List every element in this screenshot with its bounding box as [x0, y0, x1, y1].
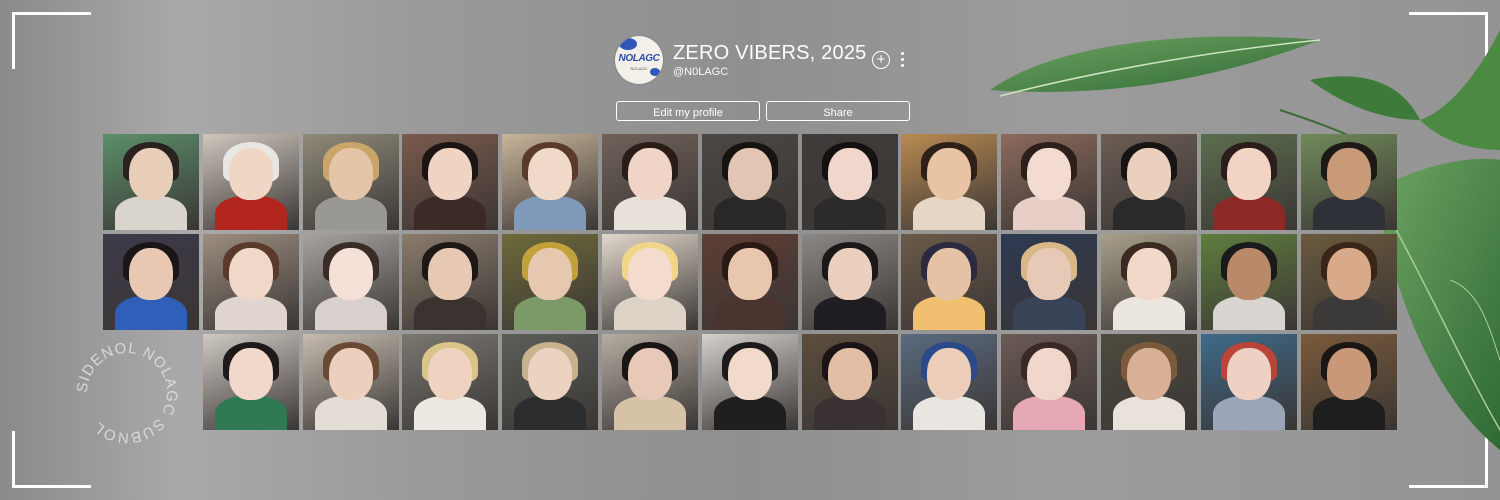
avatar-logo-text: NOLAGC [618, 53, 660, 64]
photo-tile[interactable] [1001, 334, 1097, 430]
photo-tile[interactable] [1101, 134, 1197, 230]
photo-tile[interactable] [502, 234, 598, 330]
photo-tile[interactable] [901, 134, 997, 230]
photo-tile[interactable] [103, 234, 199, 330]
photo-tile[interactable] [303, 134, 399, 230]
photo-tile[interactable] [901, 334, 997, 430]
profile-header: NOLAGC NOLAGC ZERO VIBERS, 2025 @N0LAGC [615, 36, 866, 84]
profile-title: ZERO VIBERS, 2025 [673, 41, 867, 64]
photo-tile[interactable] [602, 334, 698, 430]
svg-text:SIDENOL NOLAGC SUBNOL: SIDENOL NOLAGC SUBNOL [74, 340, 181, 447]
photo-tile[interactable] [602, 134, 698, 230]
photo-tile[interactable] [303, 334, 399, 430]
profile-avatar[interactable]: NOLAGC NOLAGC [615, 36, 663, 84]
photo-tile[interactable] [402, 234, 498, 330]
edit-profile-button[interactable]: Edit my profile [616, 101, 760, 121]
frame-corner-top-left [12, 12, 91, 69]
photo-tile[interactable] [203, 134, 299, 230]
circle-text-path: SIDENOL NOLAGC SUBNOL [74, 340, 180, 447]
photo-tile[interactable] [702, 134, 798, 230]
photo-tile[interactable] [203, 234, 299, 330]
photo-tile[interactable] [502, 334, 598, 430]
photo-grid [103, 134, 1397, 430]
photo-tile[interactable] [1301, 334, 1397, 430]
photo-tile[interactable] [1201, 334, 1297, 430]
photo-tile[interactable] [103, 134, 199, 230]
share-button[interactable]: Share [766, 101, 910, 121]
photo-tile[interactable] [203, 334, 299, 430]
photo-tile[interactable] [702, 334, 798, 430]
photo-tile[interactable] [802, 134, 898, 230]
photo-tile[interactable] [1101, 234, 1197, 330]
photo-tile[interactable] [402, 334, 498, 430]
circular-text-stamp: SIDENOL NOLAGC SUBNOL [74, 340, 181, 447]
avatar-sub-text: NOLAGC [630, 66, 648, 71]
photo-tile[interactable] [702, 234, 798, 330]
photo-tile[interactable] [1201, 234, 1297, 330]
photo-tile[interactable] [1301, 134, 1397, 230]
photo-tile[interactable] [303, 234, 399, 330]
photo-tile[interactable] [1001, 134, 1097, 230]
photo-tile[interactable] [901, 234, 997, 330]
photo-tile[interactable] [602, 234, 698, 330]
photo-tile[interactable] [802, 234, 898, 330]
photo-tile[interactable] [1101, 334, 1197, 430]
plus-circle-icon[interactable]: + [872, 51, 890, 69]
photo-tile[interactable] [1201, 134, 1297, 230]
photo-tile[interactable] [802, 334, 898, 430]
photo-tile[interactable] [1301, 234, 1397, 330]
profile-handle: @N0LAGC [673, 65, 729, 78]
vertical-ellipsis-icon[interactable] [898, 52, 906, 68]
photo-tile[interactable] [402, 134, 498, 230]
photo-tile[interactable] [1001, 234, 1097, 330]
photo-tile[interactable] [502, 134, 598, 230]
